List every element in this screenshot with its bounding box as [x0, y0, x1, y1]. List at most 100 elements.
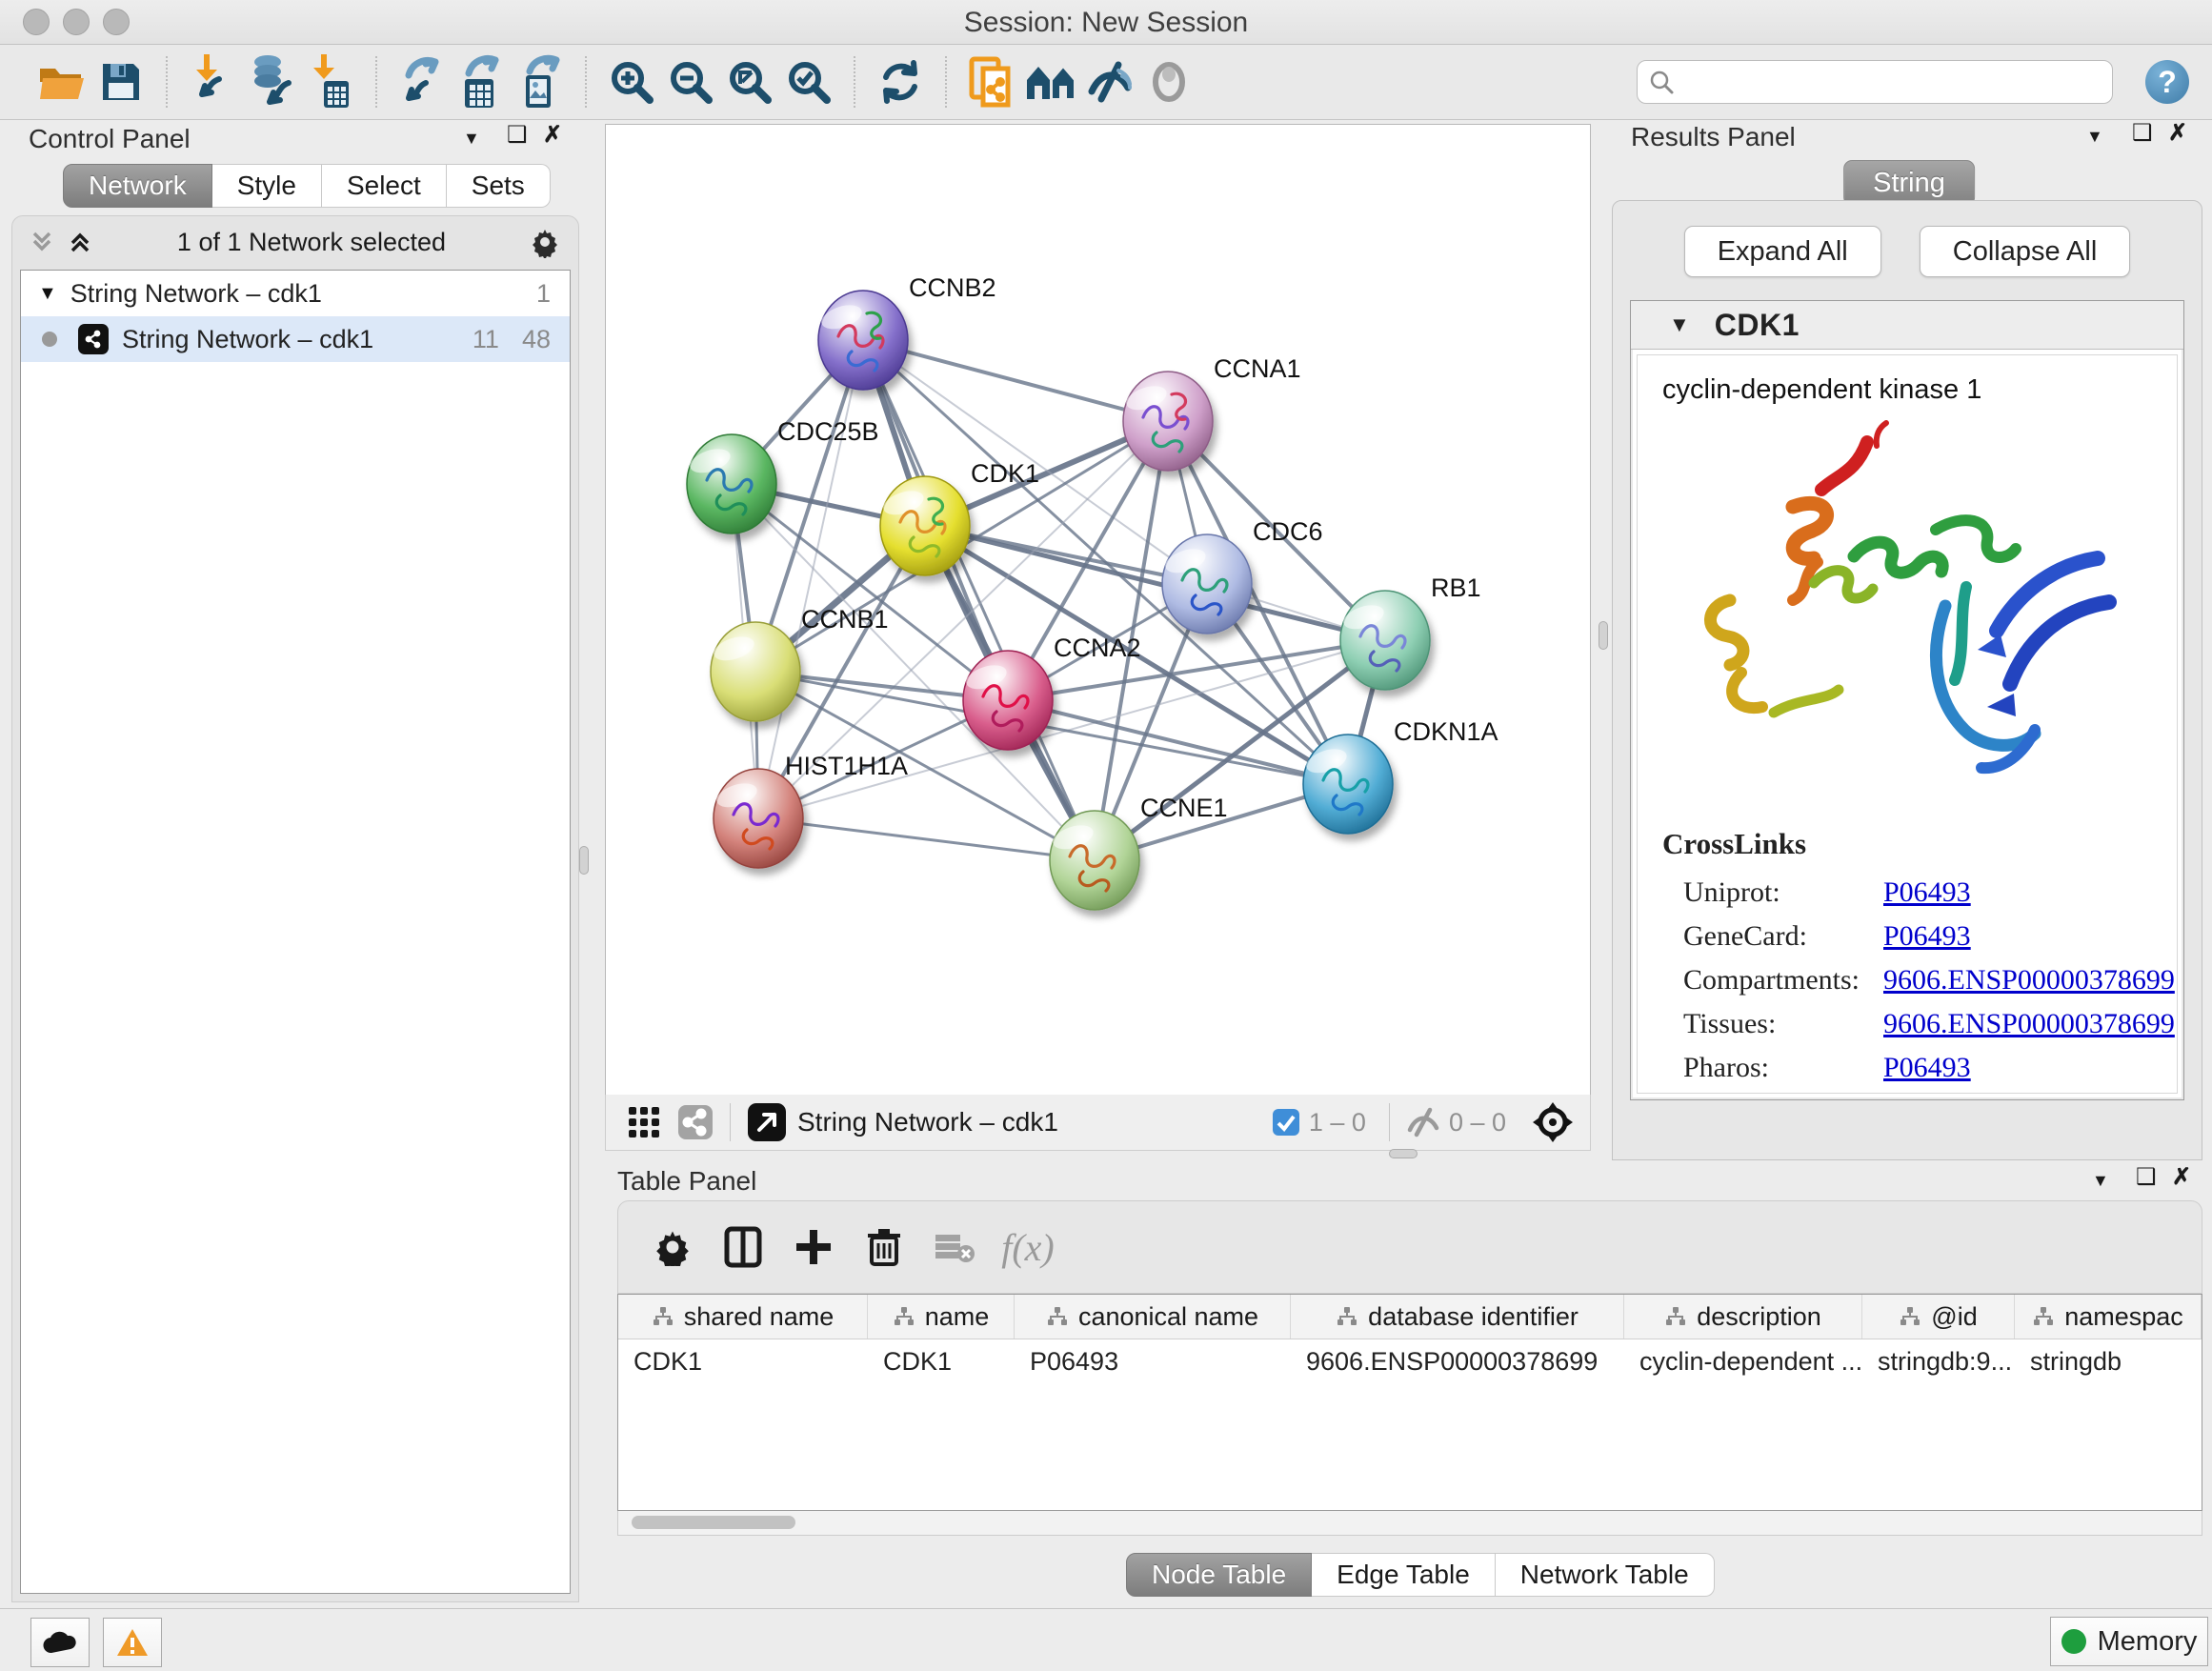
- export-network-button[interactable]: [392, 50, 452, 113]
- zoom-out-button[interactable]: [661, 50, 720, 113]
- panel-close-button[interactable]: ✗: [2172, 1166, 2191, 1189]
- network-node-CCNE1[interactable]: CCNE1: [1050, 794, 1228, 910]
- tab-string[interactable]: String: [1843, 160, 1975, 206]
- panel-close-button[interactable]: ✗: [543, 124, 562, 147]
- detach-view-icon[interactable]: [746, 1101, 788, 1143]
- hide-selected-button[interactable]: [1080, 50, 1139, 113]
- column-header-id[interactable]: @id: [1862, 1295, 2015, 1339]
- tab-network[interactable]: Network: [63, 164, 212, 208]
- table-row[interactable]: CDK1CDK1P064939606.ENSP00000378699cyclin…: [618, 1339, 2202, 1383]
- export-image-button[interactable]: [511, 50, 570, 113]
- network-edge-RB1-HIST1H1A[interactable]: [758, 640, 1385, 818]
- add-column-button[interactable]: [778, 1214, 849, 1280]
- node-table[interactable]: shared namenamecanonical namedatabase id…: [617, 1294, 2202, 1511]
- network-node-CCNB1[interactable]: CCNB1: [711, 605, 889, 721]
- tab-sets[interactable]: Sets: [447, 164, 551, 208]
- network-collection-row[interactable]: ▼ String Network – cdk1 1: [21, 271, 570, 316]
- panel-menu-button[interactable]: ▼: [2086, 128, 2103, 145]
- network-node-CDC25B[interactable]: CDC25B: [687, 417, 879, 534]
- right-splitter-handle[interactable]: [1599, 621, 1608, 650]
- import-network-file-button[interactable]: [183, 50, 242, 113]
- save-session-button[interactable]: [91, 50, 151, 113]
- network-node-CDK1[interactable]: CDK1: [880, 459, 1039, 575]
- result-entry-header[interactable]: ▼ CDK1: [1631, 301, 2183, 350]
- column-type-icon: [1899, 1306, 1921, 1327]
- birds-eye-view-icon[interactable]: [1531, 1100, 1575, 1144]
- zoom-selected-button[interactable]: [779, 50, 838, 113]
- export-network-icon: [399, 54, 445, 110]
- column-header-database-identifier[interactable]: database identifier: [1291, 1295, 1624, 1339]
- export-table-button[interactable]: [452, 50, 511, 113]
- expand-all-icon[interactable]: [66, 228, 94, 256]
- network-row[interactable]: String Network – cdk1 11 48: [21, 316, 570, 362]
- gear-icon[interactable]: [529, 226, 561, 258]
- network-node-CDC6[interactable]: CDC6: [1162, 517, 1323, 634]
- network-edge-CCNB2-HIST1H1A[interactable]: [758, 340, 863, 818]
- delete-column-button[interactable]: [849, 1214, 919, 1280]
- tree-caret-icon[interactable]: ▼: [38, 283, 57, 305]
- cloud-status-button[interactable]: [30, 1618, 90, 1667]
- network-collection-count: 1: [536, 279, 570, 309]
- column-header-name[interactable]: name: [868, 1295, 1015, 1339]
- refresh-button[interactable]: [871, 50, 930, 113]
- show-all-button[interactable]: [1139, 50, 1198, 113]
- table-panel: Table Panel ▼ ❑ ✗ f(x): [591, 1164, 2208, 1604]
- panel-menu-button[interactable]: ▼: [2092, 1172, 2109, 1189]
- search-input[interactable]: [1683, 67, 2101, 98]
- network-node-HIST1H1A[interactable]: HIST1H1A: [714, 752, 908, 868]
- tab-select[interactable]: Select: [322, 164, 447, 208]
- first-neighbors-button[interactable]: [1021, 50, 1080, 113]
- network-node-RB1[interactable]: RB1: [1340, 574, 1481, 690]
- node-label-CCNA1: CCNA1: [1214, 354, 1301, 383]
- memory-button[interactable]: Memory: [2050, 1617, 2208, 1666]
- grid-view-icon[interactable]: [625, 1103, 663, 1141]
- panel-float-button[interactable]: ❑: [2132, 122, 2153, 145]
- column-header-namespac[interactable]: namespac: [2015, 1295, 2202, 1339]
- crosslink-link-genecard[interactable]: P06493: [1883, 920, 1971, 953]
- left-splitter-handle[interactable]: [579, 846, 589, 875]
- expand-all-button[interactable]: Expand All: [1684, 226, 1881, 277]
- tab-node-table[interactable]: Node Table: [1126, 1553, 1312, 1597]
- bottom-splitter-handle[interactable]: [1389, 1149, 1418, 1158]
- warnings-button[interactable]: [103, 1618, 162, 1667]
- crosslink-link-uniprot[interactable]: P06493: [1883, 876, 1971, 909]
- panel-close-button[interactable]: ✗: [2168, 122, 2187, 145]
- import-network-database-button[interactable]: [242, 50, 301, 113]
- column-header-canonical-name[interactable]: canonical name: [1015, 1295, 1291, 1339]
- network-edge-CCNE1-HIST1H1A[interactable]: [758, 818, 1095, 860]
- collapse-caret-icon[interactable]: ▼: [1669, 312, 1690, 337]
- network-edge-CCNB2-CCNE1[interactable]: [863, 340, 1095, 860]
- search-box[interactable]: [1637, 60, 2113, 104]
- selected-checkbox-icon[interactable]: [1271, 1107, 1301, 1137]
- column-header-description[interactable]: description: [1624, 1295, 1862, 1339]
- crosslink-link-tissues[interactable]: 9606.ENSP00000378699: [1883, 1008, 2175, 1040]
- network-node-CDKN1A[interactable]: CDKN1A: [1303, 717, 1498, 834]
- help-button[interactable]: ?: [2145, 60, 2189, 104]
- table-settings-button[interactable]: [637, 1214, 708, 1280]
- collapse-all-icon[interactable]: [28, 228, 56, 256]
- table-horizontal-scrollbar[interactable]: [617, 1511, 2202, 1536]
- import-table-file-button[interactable]: [301, 50, 360, 113]
- open-session-button[interactable]: [32, 50, 91, 113]
- tab-edge-table[interactable]: Edge Table: [1312, 1553, 1496, 1597]
- column-type-icon: [1664, 1306, 1687, 1327]
- copy-style-button[interactable]: [962, 50, 1021, 113]
- crosslink-link-compartments[interactable]: 9606.ENSP00000378699: [1883, 964, 2175, 997]
- panel-float-button[interactable]: ❑: [2136, 1166, 2157, 1189]
- column-header-label: @id: [1931, 1302, 1977, 1332]
- hidden-eye-icon[interactable]: [1405, 1107, 1441, 1137]
- tab-network-table[interactable]: Network Table: [1496, 1553, 1715, 1597]
- crosslink-link-pharos[interactable]: P06493: [1883, 1052, 1971, 1084]
- scrollbar-thumb[interactable]: [632, 1516, 795, 1529]
- network-canvas[interactable]: CCNB2CCNA1CDC25BCDK1CDC6RB1CCNB1CCNA2CDK…: [605, 124, 1591, 1096]
- show-columns-button[interactable]: [708, 1214, 778, 1280]
- collapse-all-button[interactable]: Collapse All: [1920, 226, 2131, 277]
- network-node-CCNA1[interactable]: CCNA1: [1123, 354, 1301, 471]
- network-list-view-icon[interactable]: [676, 1103, 714, 1141]
- tab-style[interactable]: Style: [212, 164, 322, 208]
- zoom-fit-button[interactable]: [720, 50, 779, 113]
- panel-float-button[interactable]: ❑: [507, 124, 528, 147]
- column-header-shared-name[interactable]: shared name: [618, 1295, 868, 1339]
- zoom-in-button[interactable]: [602, 50, 661, 113]
- panel-menu-button[interactable]: ▼: [463, 130, 480, 147]
